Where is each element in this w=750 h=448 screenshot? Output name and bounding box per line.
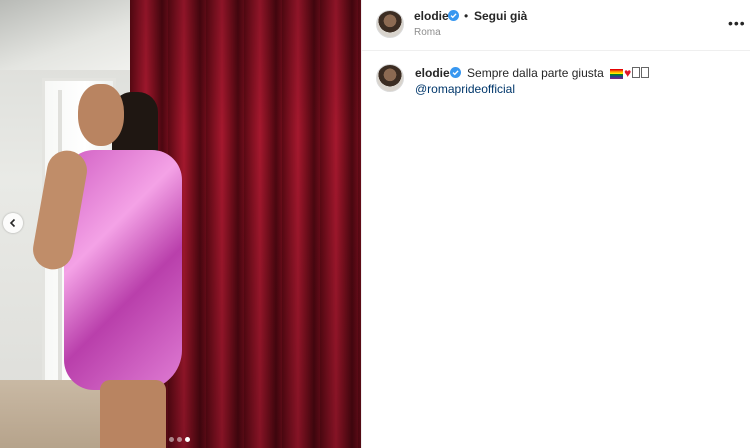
separator-dot: • <box>464 9 469 23</box>
caption-comment: elodie Sempre dalla parte giusta ♥ @roma… <box>362 60 750 100</box>
verified-badge-icon <box>448 10 459 21</box>
caption-text: Sempre dalla parte giusta <box>467 66 604 80</box>
post-location[interactable]: Roma <box>414 27 441 38</box>
caption-author-avatar[interactable] <box>376 64 404 92</box>
unrendered-glyph-icon <box>632 67 641 78</box>
rainbow-flag-icon <box>610 69 624 79</box>
more-options-icon[interactable]: ••• <box>728 15 746 31</box>
following-button[interactable]: Segui già <box>474 9 527 23</box>
author-username[interactable]: elodie <box>414 9 449 23</box>
red-heart-icon: ♥ <box>624 66 632 80</box>
carousel-dot <box>177 437 182 442</box>
photo-ceiling <box>0 0 140 70</box>
author-avatar[interactable] <box>376 10 404 38</box>
post-header: elodie • Segui già Roma ••• <box>362 0 750 51</box>
caption-line: elodie Sempre dalla parte giusta ♥ <box>415 66 650 80</box>
carousel-dot <box>169 437 174 442</box>
carousel-dot-active <box>185 437 190 442</box>
post-side-panel: elodie • Segui già Roma ••• elodie Sempr… <box>361 0 750 448</box>
carousel-indicator <box>169 437 190 442</box>
chevron-left-icon <box>9 218 16 228</box>
photo-person-legs <box>100 380 166 448</box>
caption-username[interactable]: elodie <box>415 66 450 80</box>
unrendered-glyph-icon <box>641 67 650 78</box>
mention-link[interactable]: @romaprideofficial <box>415 82 515 96</box>
photo-person-head <box>78 84 124 146</box>
post-image[interactable] <box>0 0 361 448</box>
carousel-prev-button[interactable] <box>3 213 23 233</box>
